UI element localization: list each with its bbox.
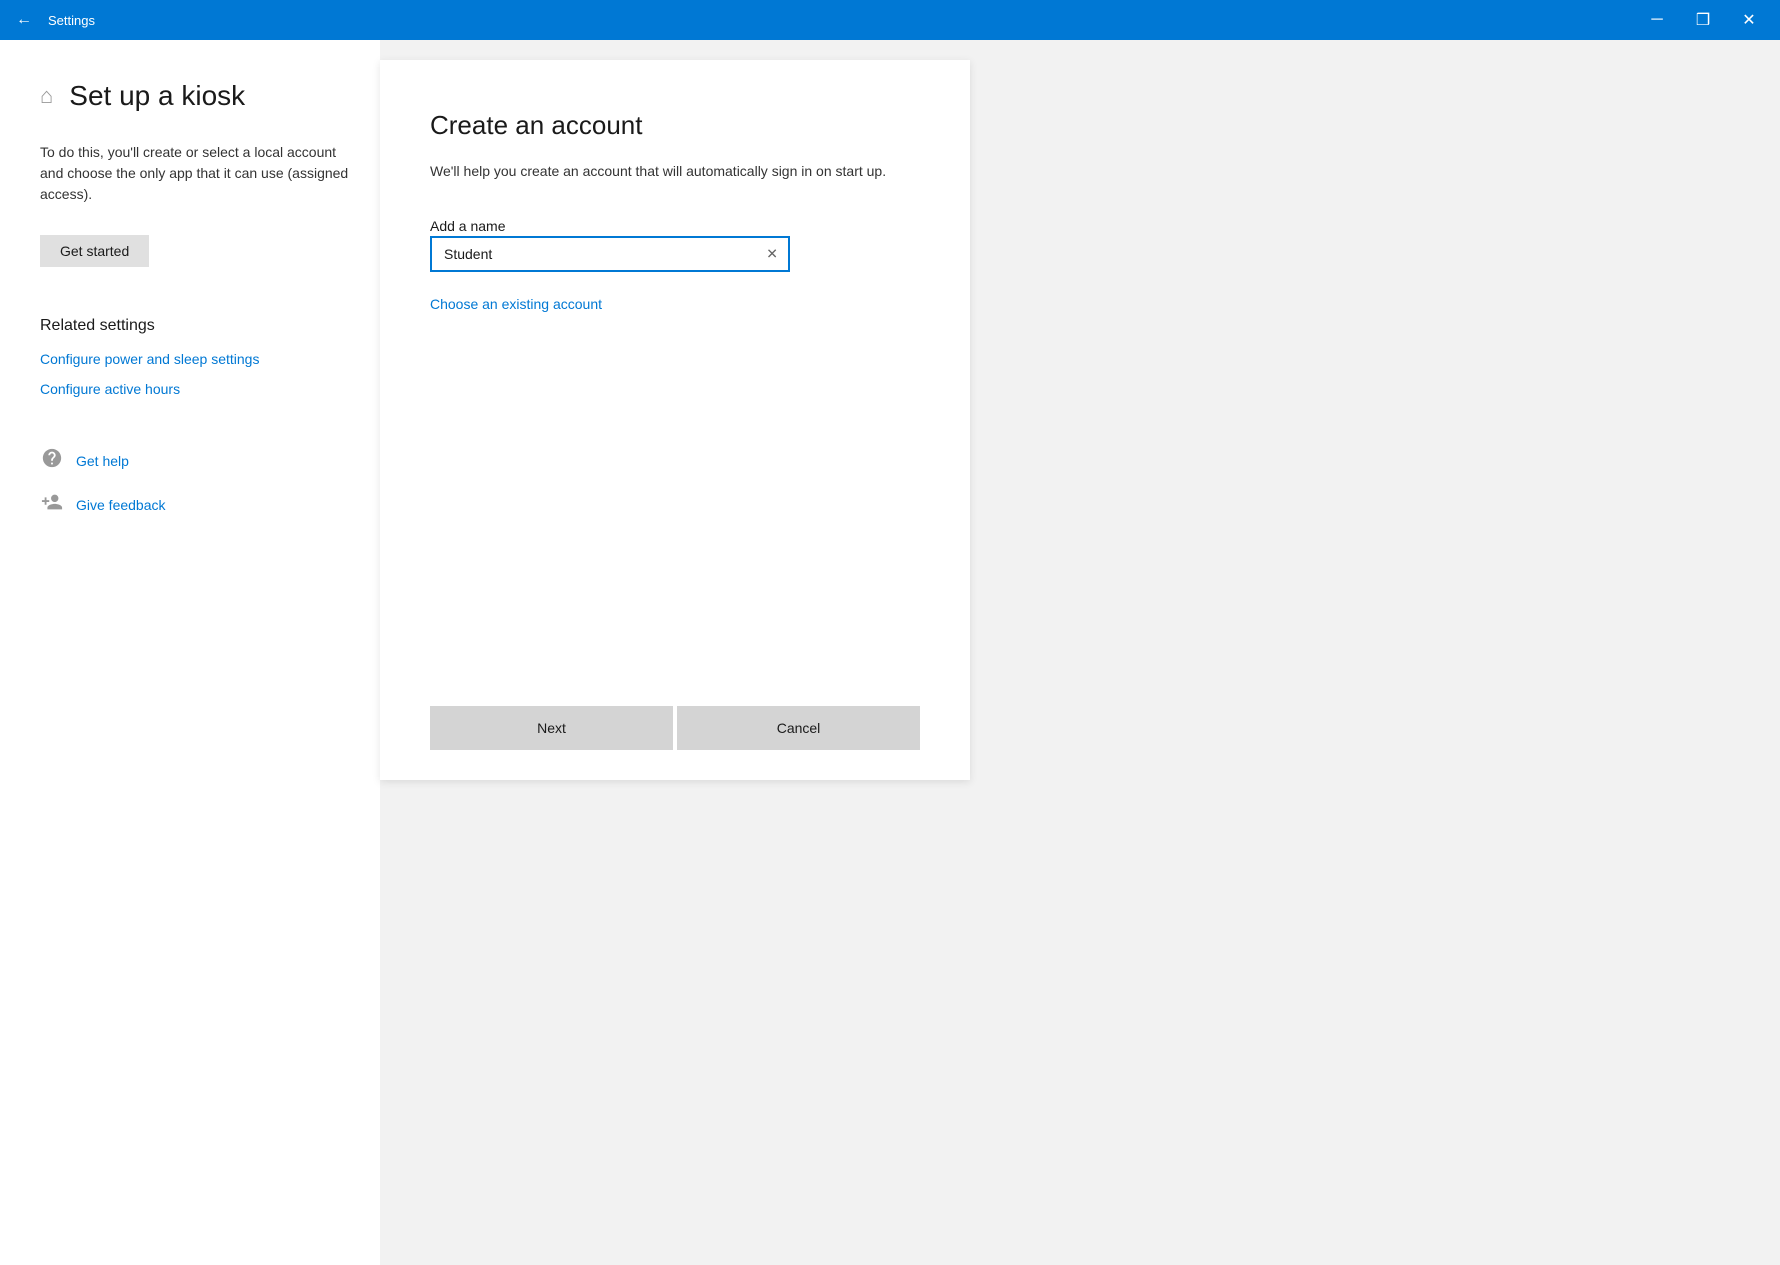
help-section: Get help Give feedback: [40, 447, 350, 519]
page-description: To do this, you'll create or select a lo…: [40, 142, 350, 205]
configure-power-link[interactable]: Configure power and sleep settings: [40, 351, 350, 367]
create-account-dialog: Create an account We'll help you create …: [380, 60, 970, 780]
minimize-icon: ─: [1651, 11, 1662, 29]
dialog-content: Create an account We'll help you create …: [430, 110, 920, 686]
dialog-description: We'll help you create an account that wi…: [430, 161, 910, 182]
give-feedback-icon: [40, 491, 64, 519]
page-title: Set up a kiosk: [69, 80, 245, 112]
restore-button[interactable]: ❒: [1680, 0, 1726, 40]
get-help-item[interactable]: Get help: [40, 447, 350, 475]
related-settings-section: Related settings Configure power and sle…: [40, 317, 350, 397]
cancel-button[interactable]: Cancel: [677, 706, 920, 750]
get-help-label: Get help: [76, 453, 129, 469]
page-header: ⌂ Set up a kiosk: [40, 80, 350, 112]
close-icon: ✕: [1742, 10, 1755, 30]
next-button[interactable]: Next: [430, 706, 673, 750]
left-panel: ⌂ Set up a kiosk To do this, you'll crea…: [0, 40, 380, 1265]
dialog-title: Create an account: [430, 110, 920, 141]
add-name-label: Add a name: [430, 218, 506, 234]
minimize-button[interactable]: ─: [1634, 0, 1680, 40]
name-input[interactable]: [430, 236, 790, 272]
get-help-icon: [40, 447, 64, 475]
clear-icon: ✕: [766, 246, 778, 262]
give-feedback-item[interactable]: Give feedback: [40, 491, 350, 519]
titlebar-title: Settings: [48, 13, 1634, 28]
right-area: Create an account We'll help you create …: [380, 40, 1780, 1265]
get-started-button[interactable]: Get started: [40, 235, 149, 267]
give-feedback-label: Give feedback: [76, 497, 166, 513]
back-icon: ←: [16, 11, 32, 29]
clear-input-button[interactable]: ✕: [762, 244, 782, 265]
name-input-wrapper: ✕: [430, 236, 790, 272]
restore-icon: ❒: [1696, 10, 1710, 30]
configure-active-hours-link[interactable]: Configure active hours: [40, 381, 350, 397]
titlebar: ← Settings ─ ❒ ✕: [0, 0, 1780, 40]
choose-existing-account-link[interactable]: Choose an existing account: [430, 296, 602, 312]
related-settings-title: Related settings: [40, 317, 350, 335]
dialog-footer: Next Cancel: [430, 686, 920, 750]
back-button[interactable]: ←: [8, 4, 40, 36]
window-controls: ─ ❒ ✕: [1634, 0, 1772, 40]
close-button[interactable]: ✕: [1726, 0, 1772, 40]
home-icon: ⌂: [40, 83, 53, 109]
main-area: ⌂ Set up a kiosk To do this, you'll crea…: [0, 40, 1780, 1265]
